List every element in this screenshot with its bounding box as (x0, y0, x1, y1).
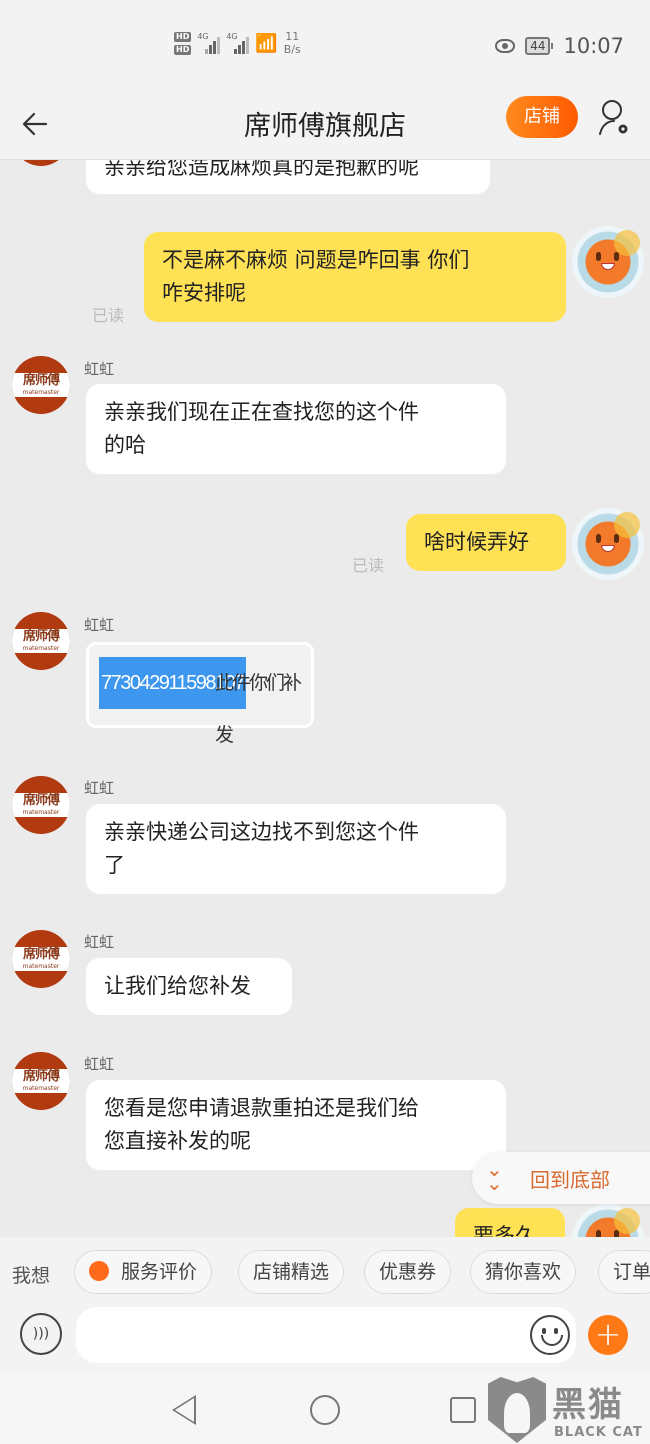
shop-avatar[interactable]: 席师傅 matemaster (12, 1052, 70, 1110)
message-bubble[interactable]: 让我们给您补发 (86, 958, 292, 1015)
chat-header: 席师傅旗舰店 店铺 (0, 90, 650, 160)
chip-shop-picks[interactable]: 店铺精选 (238, 1250, 345, 1294)
status-left: HD HD 4G 4G 📶 11 B/s (174, 30, 301, 56)
my-avatar[interactable] (572, 1204, 644, 1237)
shop-avatar[interactable] (12, 160, 70, 166)
scroll-to-bottom-label: 回到底部 (530, 1168, 610, 1192)
network-label: 4G (226, 32, 238, 41)
clock: 10:07 (563, 34, 624, 58)
wifi-icon: 📶 (255, 32, 278, 54)
chip-label: 店铺精选 (253, 1261, 330, 1283)
watermark-cn: 黑猫 (552, 1385, 624, 1425)
shop-button[interactable]: 店铺 (506, 96, 578, 138)
black-cat-logo-icon (488, 1377, 546, 1443)
chip-service-rating[interactable]: 服务评价 (74, 1250, 213, 1294)
hd-sim2-label: HD (174, 44, 192, 55)
chip-label: 服务评价 (121, 1261, 198, 1283)
shop-logo: 席师傅 (22, 1069, 60, 1084)
sender-name: 虹虹 (84, 933, 115, 951)
double-chevron-down-icon: ⌄ ⌄ (486, 1157, 503, 1195)
quick-actions-label: 我想 (12, 1265, 51, 1287)
chip-label: 猜你喜欢 (485, 1261, 562, 1283)
message-input[interactable] (76, 1307, 576, 1363)
plus-icon: + (594, 1315, 622, 1353)
eye-comfort-icon (495, 39, 516, 53)
message-bubble[interactable]: 亲亲给您造成麻烦真的是抱歉的呢 (86, 160, 490, 194)
quick-actions-bar: 我想 服务评价 店铺精选 优惠券 猜你喜欢 订单 (0, 1237, 650, 1303)
sender-name: 虹虹 (84, 360, 115, 378)
my-message-bubble[interactable]: 啥时候弄好 (406, 514, 566, 571)
message-bubble[interactable]: 亲亲我们现在正在查找您的这个件 的哈 (86, 384, 506, 474)
network-label: 4G (197, 32, 209, 41)
sender-name: 虹虹 (84, 616, 115, 634)
user-settings-icon (599, 100, 628, 135)
shop-logo-sub: matemaster (22, 645, 60, 652)
nav-home-icon[interactable] (310, 1395, 340, 1425)
signal-icon: 4G (197, 32, 221, 54)
chip-label: 优惠券 (379, 1261, 437, 1283)
system-nav-bar: 黑猫 BLACK CAT (0, 1373, 650, 1444)
shop-logo: 席师傅 (22, 629, 60, 644)
image-caption: 此件你们补发 (215, 672, 302, 746)
more-button[interactable]: + (588, 1315, 628, 1355)
battery-icon: 44 (525, 37, 554, 55)
shop-avatar[interactable]: 席师傅 matemaster (12, 776, 70, 834)
nav-back-icon[interactable] (172, 1395, 196, 1425)
emoji-button[interactable] (530, 1315, 570, 1355)
watermark-en: BLACK CAT (554, 1425, 643, 1440)
shop-logo-sub: matemaster (22, 809, 60, 816)
shop-avatar[interactable]: 席师傅 matemaster (12, 612, 70, 670)
image-message[interactable]: 773042911598107 此件你们补发 (86, 642, 314, 746)
input-bar: ))) + (0, 1303, 650, 1373)
nav-recent-icon[interactable] (450, 1397, 476, 1423)
shop-logo: 席师傅 (22, 373, 60, 388)
user-settings-button[interactable] (596, 98, 632, 138)
my-avatar[interactable] (572, 508, 644, 580)
signal-icon: 4G (226, 32, 250, 54)
network-speed: 11 B/s (284, 30, 301, 56)
shop-avatar[interactable]: 席师傅 matemaster (12, 930, 70, 988)
scroll-to-bottom-button[interactable]: ⌄ ⌄ 回到底部 (472, 1152, 650, 1204)
hd-sim1-label: HD (174, 31, 192, 42)
shop-avatar[interactable]: 席师傅 matemaster (12, 356, 70, 414)
flower-icon (89, 1260, 109, 1281)
my-message-bubble[interactable]: 不是麻不麻烦 问题是咋回事 你们 咋安排呢 (144, 232, 566, 322)
chip-orders[interactable]: 订单 (598, 1250, 650, 1294)
shop-logo: 席师傅 (22, 947, 60, 962)
chip-recommendations[interactable]: 猜你喜欢 (470, 1250, 577, 1294)
my-avatar[interactable] (572, 226, 644, 298)
read-status: 已读 (92, 306, 125, 325)
watermark: 黑猫 BLACK CAT (488, 1377, 650, 1443)
chip-label: 订单 (613, 1261, 650, 1283)
status-right: 44 10:07 (495, 34, 624, 58)
shop-logo: 席师傅 (22, 793, 60, 808)
status-bar: HD HD 4G 4G 📶 11 B/s 44 10:07 (0, 0, 650, 90)
speed-unit: B/s (283, 43, 301, 56)
shop-logo-sub: matemaster (22, 963, 60, 970)
message-bubble[interactable]: 亲亲快递公司这边找不到您这个件 了 (86, 804, 506, 894)
voice-icon: ))) (32, 1326, 50, 1342)
sender-name: 虹虹 (84, 1055, 115, 1073)
chat-list[interactable]: 亲亲给您造成麻烦真的是抱歉的呢 不是麻不麻烦 问题是咋回事 你们 咋安排呢 已读… (0, 160, 650, 1237)
sender-name: 虹虹 (84, 779, 115, 797)
battery-level: 44 (525, 37, 551, 55)
speed-value: 11 (285, 30, 300, 43)
message-bubble[interactable]: 您看是您申请退款重拍还是我们给 您直接补发的呢 (86, 1080, 506, 1170)
voice-button[interactable]: ))) (20, 1313, 62, 1355)
my-message-bubble[interactable]: 要多久 (455, 1208, 565, 1237)
read-status: 已读 (352, 556, 385, 575)
shop-logo-sub: matemaster (22, 1085, 60, 1092)
hd-icon: HD HD (174, 31, 192, 55)
chip-coupons[interactable]: 优惠券 (364, 1250, 452, 1294)
shop-logo-sub: matemaster (22, 389, 60, 396)
